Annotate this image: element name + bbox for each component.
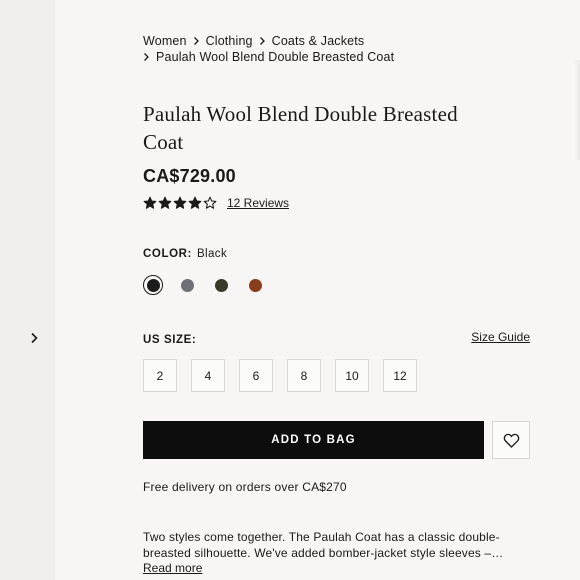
swatch-color-dot (146, 278, 160, 292)
size-options: 2 4 6 8 10 12 (143, 359, 431, 392)
swatch-color-dot (248, 278, 262, 292)
product-title: Paulah Wool Blend Double Breasted Coat (143, 102, 458, 154)
star-filled-icon (188, 196, 202, 210)
color-swatches (143, 275, 279, 295)
size-option-12[interactable]: 12 (383, 359, 417, 392)
swatch-color-dot (180, 278, 194, 292)
color-swatch-brown[interactable] (245, 275, 265, 295)
breadcrumb-current-product[interactable]: Paulah Wool Blend Double Breasted Coat (156, 50, 394, 64)
product-rating: 12 Reviews (143, 196, 289, 210)
size-header: US SIZE: Size Guide (143, 330, 530, 348)
color-swatch-black[interactable] (143, 275, 163, 295)
chevron-right-icon (259, 35, 266, 50)
carousel-next-button[interactable] (24, 328, 44, 348)
color-label: COLOR: (143, 248, 192, 260)
edge-shadow (574, 60, 580, 160)
size-option-4[interactable]: 4 (191, 359, 225, 392)
product-description: Two styles come together. The Paulah Coa… (143, 530, 504, 560)
product-image-panel (0, 0, 55, 580)
swatch-color-dot (214, 278, 228, 292)
delivery-info: Free delivery on orders over CA$270 (143, 480, 347, 494)
wishlist-button[interactable] (492, 421, 530, 459)
size-guide-link[interactable]: Size Guide (471, 330, 530, 344)
star-outline-icon (203, 196, 217, 210)
product-price: CA$729.00 (143, 166, 236, 186)
size-option-10[interactable]: 10 (335, 359, 369, 392)
color-swatch-grey[interactable] (177, 275, 197, 295)
add-to-bag-button[interactable]: ADD TO BAG (143, 421, 484, 459)
reviews-link[interactable]: 12 Reviews (227, 196, 289, 210)
chevron-right-icon (143, 51, 150, 66)
read-more-link[interactable]: Read more (143, 561, 202, 575)
size-label: US SIZE: (143, 334, 197, 346)
chevron-right-icon (31, 332, 38, 344)
color-swatch-dark-olive[interactable] (211, 275, 231, 295)
color-selection-label: COLOR: Black (143, 248, 227, 260)
breadcrumb-link-clothing[interactable]: Clothing (206, 34, 253, 48)
star-filled-icon (158, 196, 172, 210)
star-rating (143, 196, 218, 210)
breadcrumb: Women Clothing Coats & Jackets Paulah Wool … (143, 34, 443, 66)
breadcrumb-link-women[interactable]: Women (143, 34, 187, 48)
star-filled-icon (173, 196, 187, 210)
selected-color-value: Black (196, 248, 228, 260)
size-option-2[interactable]: 2 (143, 359, 177, 392)
star-filled-icon (143, 196, 157, 210)
size-option-8[interactable]: 8 (287, 359, 321, 392)
size-option-6[interactable]: 6 (239, 359, 273, 392)
chevron-right-icon (193, 35, 200, 50)
breadcrumb-link-coats-jackets[interactable]: Coats & Jackets (272, 34, 365, 48)
heart-outline-icon (503, 433, 519, 448)
